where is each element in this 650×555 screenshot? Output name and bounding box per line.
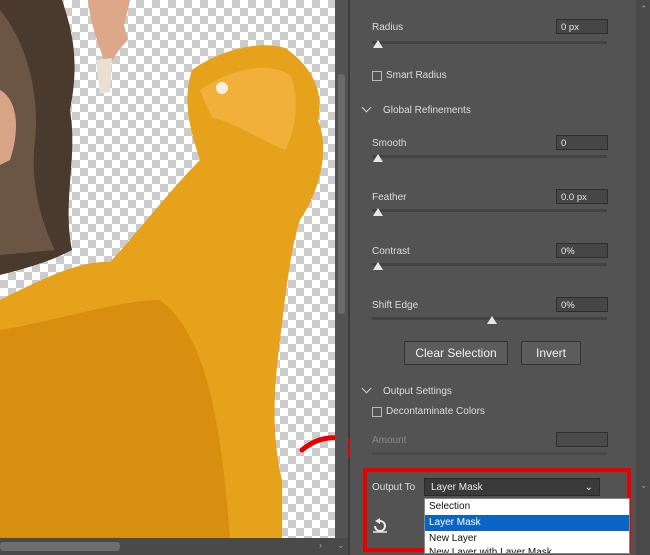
chevron-down-icon: ⌄ [584,482,593,493]
decontaminate-checkbox[interactable] [372,407,382,417]
radius-label: Radius [372,22,404,33]
shift-edge-field[interactable]: 0% [556,297,608,312]
scroll-down-icon[interactable]: ⌄ [337,540,345,551]
panel-scroll-down-icon[interactable]: ⌄ [640,480,648,491]
output-to-selected: Layer Mask [431,482,483,493]
smart-radius-label: Smart Radius [386,70,447,81]
radius-field[interactable]: 0 px [556,19,608,34]
image-canvas[interactable] [0,0,335,538]
output-to-dropdown[interactable]: Selection Layer Mask New Layer New Layer… [424,498,630,554]
contrast-label: Contrast [372,246,410,257]
canvas-vertical-scroll-thumb[interactable] [338,74,345,314]
contrast-slider-knob[interactable] [373,262,383,270]
feather-field[interactable]: 0.0 px [556,189,608,204]
feather-slider[interactable] [372,209,607,212]
option-selection[interactable]: Selection [425,499,629,515]
amount-slider [372,452,607,455]
shift-edge-slider-knob[interactable] [487,316,497,324]
output-settings-header[interactable]: Output Settings [383,386,452,397]
smooth-slider[interactable] [372,155,607,158]
reset-icon[interactable] [371,517,389,535]
feather-label: Feather [372,192,407,203]
global-refinements-header[interactable]: Global Refinements [383,105,471,116]
shift-edge-label: Shift Edge [372,300,419,311]
canvas-horizontal-scroll-thumb[interactable] [0,542,120,551]
panel-scroll-up-icon[interactable]: ⌃ [640,4,648,15]
button-detail [216,82,228,94]
panel-scrollbar[interactable] [636,0,650,555]
smooth-label: Smooth [372,138,407,149]
clear-selection-button[interactable]: Clear Selection [404,341,508,365]
invert-button[interactable]: Invert [521,341,581,365]
scroll-right-icon[interactable]: › [319,540,322,550]
decontaminate-label: Decontaminate Colors [386,406,485,417]
radius-slider-knob[interactable] [373,40,383,48]
output-to-label: Output To [372,482,416,493]
output-to-select[interactable]: Layer Mask ⌄ [424,478,600,496]
smooth-slider-knob[interactable] [373,154,383,162]
option-new-layer-with-mask[interactable]: New Layer with Layer Mask [425,547,629,553]
contrast-slider[interactable] [372,263,607,266]
bracelet [96,58,112,94]
amount-field [556,432,608,447]
feather-slider-knob[interactable] [373,208,383,216]
smart-radius-checkbox[interactable] [372,71,382,81]
photo-subject [0,0,324,538]
radius-slider[interactable] [372,41,607,44]
amount-label: Amount [372,435,407,446]
option-layer-mask[interactable]: Layer Mask [425,515,629,531]
smooth-field[interactable]: 0 [556,135,608,150]
option-new-layer[interactable]: New Layer [425,531,629,547]
contrast-field[interactable]: 0% [556,243,608,258]
